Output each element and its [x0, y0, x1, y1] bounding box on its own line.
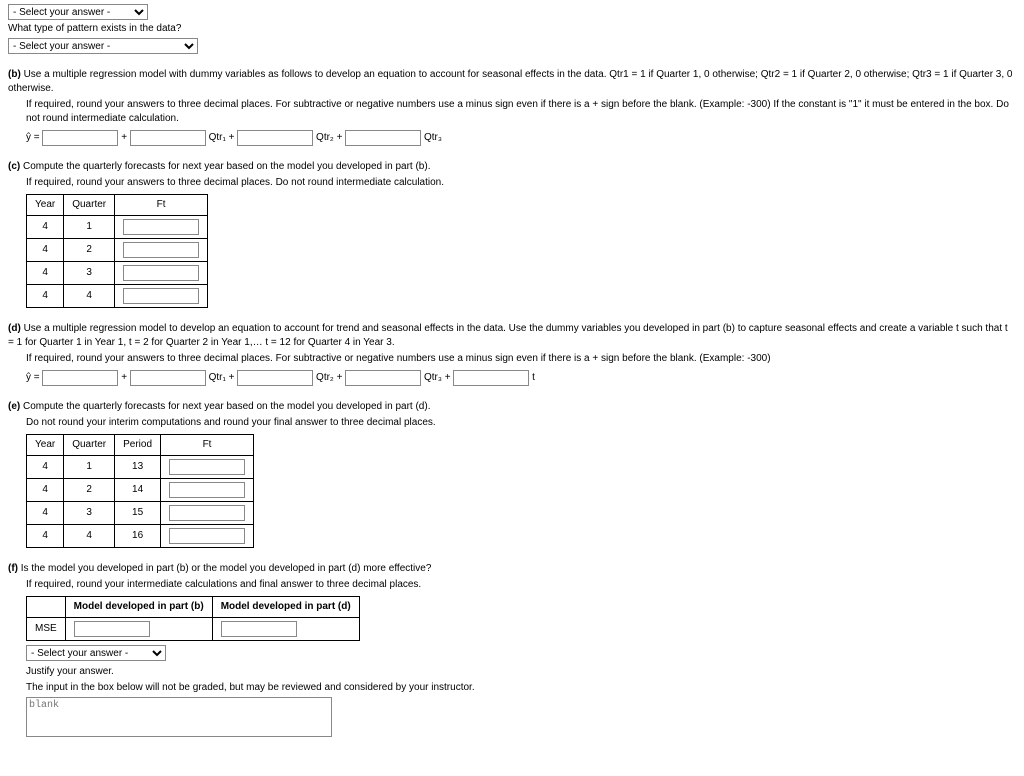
e-h-year: Year: [27, 435, 64, 456]
mse-d-input[interactable]: [221, 621, 297, 637]
mse-b-input[interactable]: [74, 621, 150, 637]
part-b-label: (b): [8, 69, 21, 80]
d-plus1: +: [121, 372, 127, 383]
c-ft-1[interactable]: [123, 219, 199, 235]
b-const-input[interactable]: [42, 130, 118, 146]
table-row: 4113: [27, 456, 254, 479]
table-row: 42: [27, 239, 208, 262]
justify-textarea[interactable]: [26, 697, 332, 737]
b-q3-input[interactable]: [345, 130, 421, 146]
e-h-quarter: Quarter: [64, 435, 115, 456]
e-ft-2[interactable]: [169, 482, 245, 498]
part-f-text1: Is the model you developed in part (b) o…: [21, 563, 432, 574]
mse-row-label: MSE: [27, 618, 66, 641]
d-yhat: ŷ =: [26, 372, 40, 383]
c-ft-3[interactable]: [123, 265, 199, 281]
c-h-year: Year: [27, 195, 64, 216]
b-q2-input[interactable]: [237, 130, 313, 146]
mse-table: Model developed in part (b) Model develo…: [26, 596, 360, 641]
table-row: 44: [27, 285, 208, 308]
part-f-label: (f): [8, 563, 18, 574]
e-ft-3[interactable]: [169, 505, 245, 521]
table-row: 41: [27, 216, 208, 239]
justify-label: Justify your answer.: [8, 665, 1016, 679]
table-row: 4214: [27, 479, 254, 502]
e-h-ft: Ft: [161, 435, 254, 456]
d-t-label: t: [532, 372, 535, 383]
part-c-text2: If required, round your answers to three…: [8, 176, 1016, 190]
c-h-quarter: Quarter: [64, 195, 115, 216]
justify-note: The input in the box below will not be g…: [8, 681, 1016, 695]
part-e-text2: Do not round your interim computations a…: [8, 416, 1016, 430]
e-table: Year Quarter Period Ft 4113 4214 4315 44…: [26, 434, 254, 548]
d-q3-label: Qtr₃ +: [424, 372, 451, 383]
d-const-input[interactable]: [42, 370, 118, 386]
part-d-text1: Use a multiple regression model to devel…: [8, 323, 1008, 348]
pattern-question: What type of pattern exists in the data?: [8, 22, 1016, 36]
e-ft-1[interactable]: [169, 459, 245, 475]
e-h-period: Period: [115, 435, 161, 456]
part-e-label: (e): [8, 401, 20, 412]
table-row: 43: [27, 262, 208, 285]
part-b-text1: Use a multiple regression model with dum…: [8, 69, 1013, 94]
part-d-label: (d): [8, 323, 21, 334]
mse-col-d: Model developed in part (d): [212, 597, 359, 618]
part-f-text2: If required, round your intermediate cal…: [8, 578, 1016, 592]
part-c-text1: Compute the quarterly forecasts for next…: [23, 161, 430, 172]
table-row: 4416: [27, 525, 254, 548]
pattern-top-select[interactable]: - Select your answer -: [8, 4, 148, 20]
d-q1-label: Qtr₁ +: [209, 372, 235, 383]
part-b-text2: If required, round your answers to three…: [8, 98, 1016, 126]
b-q3-label: Qtr₃: [424, 132, 442, 143]
c-table: Year Quarter Ft 41 42 43 44: [26, 194, 208, 308]
d-q1-input[interactable]: [130, 370, 206, 386]
d-t-input[interactable]: [453, 370, 529, 386]
part-e-text1: Compute the quarterly forecasts for next…: [23, 401, 430, 412]
d-q2-label: Qtr₂ +: [316, 372, 342, 383]
d-q3-input[interactable]: [345, 370, 421, 386]
d-q2-input[interactable]: [237, 370, 313, 386]
b-q1-label: Qtr₁ +: [209, 132, 235, 143]
f-effective-select[interactable]: - Select your answer -: [26, 645, 166, 661]
mse-empty-header: [27, 597, 66, 618]
b-plus1: +: [121, 132, 127, 143]
e-ft-4[interactable]: [169, 528, 245, 544]
c-ft-2[interactable]: [123, 242, 199, 258]
part-c-label: (c): [8, 161, 20, 172]
part-d-text2: If required, round your answers to three…: [8, 352, 1016, 366]
mse-col-b: Model developed in part (b): [65, 597, 212, 618]
pattern-answer-select[interactable]: - Select your answer -: [8, 38, 198, 54]
c-h-ft: Ft: [115, 195, 208, 216]
c-ft-4[interactable]: [123, 288, 199, 304]
b-q1-input[interactable]: [130, 130, 206, 146]
b-q2-label: Qtr₂ +: [316, 132, 342, 143]
b-yhat: ŷ =: [26, 132, 40, 143]
table-row: 4315: [27, 502, 254, 525]
